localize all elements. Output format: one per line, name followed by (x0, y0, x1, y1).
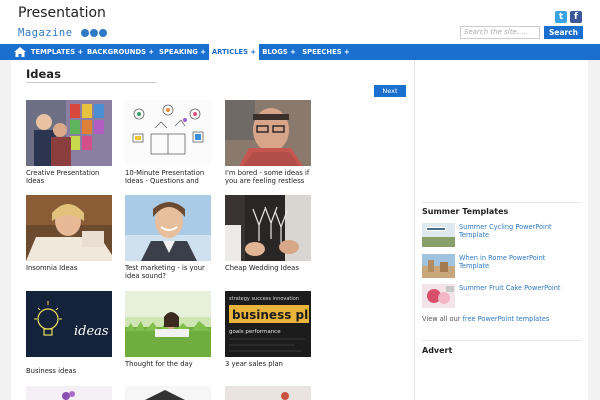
nav-item-backgrounds[interactable]: BACKGROUNDS + (86, 44, 155, 60)
sidebar-template-link[interactable]: Summer Cycling PowerPoint Template (459, 223, 569, 239)
page-margin-left (0, 60, 11, 400)
plan-words-text: strategy success innovation (229, 296, 299, 302)
page: Presentation Magazine tf Search the site… (0, 0, 600, 400)
search-button[interactable]: Search (544, 26, 583, 39)
article-thumbnail[interactable] (225, 195, 311, 261)
article-card[interactable]: Cheap Wedding Ideas (225, 195, 313, 272)
nav-item-speaking[interactable]: SPEAKING + (157, 44, 208, 60)
article-thumbnail[interactable] (125, 195, 211, 261)
article-card[interactable]: Insomnia Ideas (26, 195, 114, 272)
article-caption[interactable]: I'm bored - some ideas if you are feelin… (225, 169, 315, 185)
article-card[interactable]: I'm bored - some ideas if you are feelin… (225, 100, 313, 185)
sidebar-divider (414, 60, 415, 400)
search-input[interactable]: Search the site..... (460, 26, 540, 39)
article-thumbnail[interactable] (225, 100, 311, 166)
article-caption[interactable]: Business ideas (26, 367, 116, 375)
article-card[interactable]: strategy success innovation business pla… (225, 291, 313, 368)
article-caption[interactable]: Cheap Wedding Ideas (225, 264, 315, 272)
article-thumbnail[interactable] (125, 100, 211, 166)
template-thumbnail[interactable] (422, 223, 455, 247)
sidebar-heading: Summer Templates (422, 207, 509, 216)
article-caption[interactable]: Test marketing - is your idea sound? (125, 264, 215, 280)
view-all-templates: View all our free PowerPoint templates (422, 315, 562, 323)
facebook-icon[interactable]: f (570, 11, 582, 23)
social-links: tf (552, 4, 582, 23)
page-title: Ideas (26, 67, 61, 81)
logo-subtitle: Magazine (18, 27, 73, 39)
main-nav: TEMPLATES + BACKGROUNDS + SPEAKING + ART… (0, 44, 600, 60)
article-card[interactable]: ideas Business ideas (26, 291, 114, 375)
article-thumbnail[interactable]: ideas (26, 291, 112, 357)
site-logo[interactable]: Presentation Magazine (18, 6, 108, 41)
article-caption[interactable]: Thought for the day (125, 360, 215, 368)
nav-item-blogs[interactable]: BLOGS + (260, 44, 298, 60)
article-thumbnail[interactable] (125, 291, 211, 357)
sidebar-template-link[interactable]: Summer Fruit Cake PowerPoint (459, 284, 569, 292)
template-thumbnail[interactable] (422, 284, 455, 308)
logo-title: Presentation (18, 5, 106, 21)
article-card[interactable]: Test marketing - is your idea sound? (125, 195, 213, 280)
article-card[interactable] (125, 386, 213, 400)
sidebar-template-link[interactable]: When in Rome PowerPoint Template (459, 254, 569, 270)
nav-item-templates[interactable]: TEMPLATES + (30, 44, 84, 60)
article-caption[interactable]: 10-Minute Presentation Ideas - Questions… (125, 169, 215, 185)
site-header: Presentation Magazine tf Search the site… (0, 0, 600, 44)
sidebar-template-item[interactable]: When in Rome PowerPoint Template (422, 254, 572, 280)
view-all-link[interactable]: free PowerPoint templates (463, 315, 550, 323)
home-icon[interactable] (10, 44, 30, 60)
article-card[interactable] (26, 386, 114, 400)
plan-sub-text: goals performance (229, 329, 281, 335)
article-thumbnail[interactable] (125, 386, 211, 400)
plan-title-text: business plan (232, 308, 311, 322)
article-thumbnail[interactable]: strategy success innovation business pla… (225, 291, 311, 357)
article-caption[interactable]: Creative Presentation Ideas (26, 169, 116, 185)
advert-heading: Advert (422, 346, 453, 355)
article-caption[interactable]: 3 year sales plan (225, 360, 315, 368)
article-thumbnail[interactable] (26, 195, 112, 261)
nav-item-articles[interactable]: ARTICLES + (209, 44, 259, 60)
ideas-chalk-text: ideas (74, 324, 109, 339)
template-thumbnail[interactable] (422, 254, 455, 278)
logo-dots-icon (80, 22, 108, 41)
article-thumbnail[interactable] (225, 386, 311, 400)
sidebar-template-item[interactable]: Summer Fruit Cake PowerPoint (422, 284, 572, 310)
next-button[interactable]: Next (374, 85, 406, 97)
article-caption[interactable]: Insomnia Ideas (26, 264, 116, 272)
title-divider (26, 82, 157, 83)
article-card[interactable]: Creative Presentation Ideas (26, 100, 114, 185)
sidebar-template-item[interactable]: Summer Cycling PowerPoint Template (422, 223, 572, 249)
article-thumbnail[interactable] (26, 386, 112, 400)
twitter-icon[interactable]: t (555, 11, 567, 23)
article-card[interactable]: 10-Minute Presentation Ideas - Questions… (125, 100, 213, 185)
article-card[interactable] (225, 386, 313, 400)
sidebar-divider-line (422, 202, 582, 203)
article-card[interactable]: Thought for the day (125, 291, 213, 368)
article-thumbnail[interactable] (26, 100, 112, 166)
sidebar-divider-line (422, 340, 582, 341)
view-all-prefix: View all our (422, 315, 463, 323)
nav-item-speeches[interactable]: SPEECHES + (300, 44, 352, 60)
page-margin-right (588, 60, 600, 400)
